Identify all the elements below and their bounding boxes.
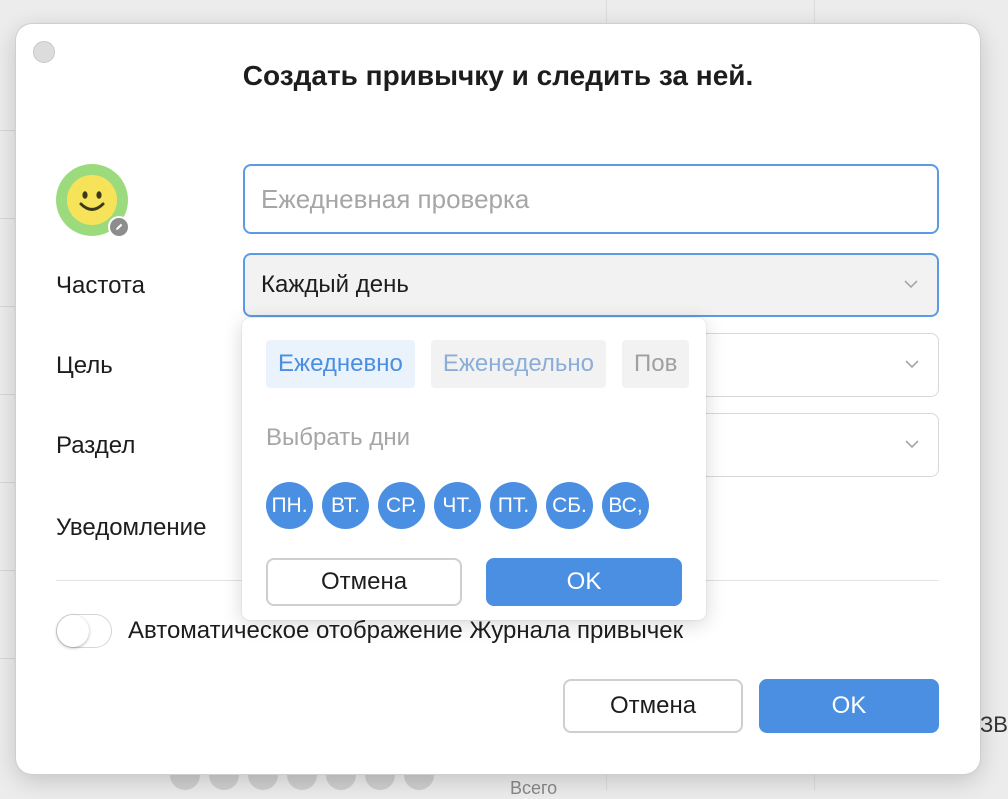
day-wednesday[interactable]: СР. [378,482,425,529]
background-row-line [0,306,16,307]
popup-cancel-button[interactable]: Отмена [266,558,462,606]
tab-daily[interactable]: Ежедневно [266,340,415,388]
section-label: Раздел [56,432,136,459]
goal-label: Цель [56,352,113,379]
background-row-line [0,394,16,395]
day-monday[interactable]: ПН. [266,482,313,529]
background-row-line [0,130,16,131]
day-saturday[interactable]: СБ. [546,482,593,529]
chevron-down-icon [905,440,919,449]
weekday-picker: ПН. ВТ. СР. ЧТ. ПТ. СБ. ВС, [266,482,649,529]
chevron-down-icon [905,360,919,369]
auto-show-journal-label: Автоматическое отображение Журнала привы… [128,617,684,644]
day-thursday[interactable]: ЧТ. [434,482,481,529]
background-row-line [0,218,16,219]
day-friday[interactable]: ПТ. [490,482,537,529]
background-edge-text: ЗВ [980,712,1008,737]
choose-days-label: Выбрать дни [266,424,410,451]
habit-name-input[interactable] [243,164,939,234]
edit-icon-button[interactable] [108,216,130,238]
smiley-face-icon [67,175,117,225]
cancel-button[interactable]: Отмена [563,679,743,733]
day-tuesday[interactable]: ВТ. [322,482,369,529]
frequency-select[interactable]: Каждый день [243,253,939,317]
background-bottom-text: Всего [510,778,558,798]
chevron-down-icon [904,280,918,289]
toggle-knob [57,615,89,647]
frequency-tabs: Ежедневно Еженедельно Пов [266,340,690,388]
reminder-label: Уведомление [56,514,207,541]
pencil-icon [110,218,128,236]
frequency-label: Частота [56,272,145,299]
ok-button[interactable]: OK [759,679,939,733]
popup-ok-button[interactable]: OK [486,558,682,606]
background-row-line [0,658,16,659]
dialog-title: Создать привычку и следить за ней. [242,60,754,91]
day-sunday[interactable]: ВС, [602,482,649,529]
tab-repeat[interactable]: Пов [622,340,690,388]
frequency-popup: Ежедневно Еженедельно Пов Выбрать дни ПН… [242,318,706,620]
tab-weekly[interactable]: Еженедельно [430,340,606,388]
background-row-line [0,570,16,571]
frequency-value: Каждый день [261,271,409,298]
auto-show-journal-toggle[interactable] [56,614,112,648]
background-row-line [0,482,16,483]
